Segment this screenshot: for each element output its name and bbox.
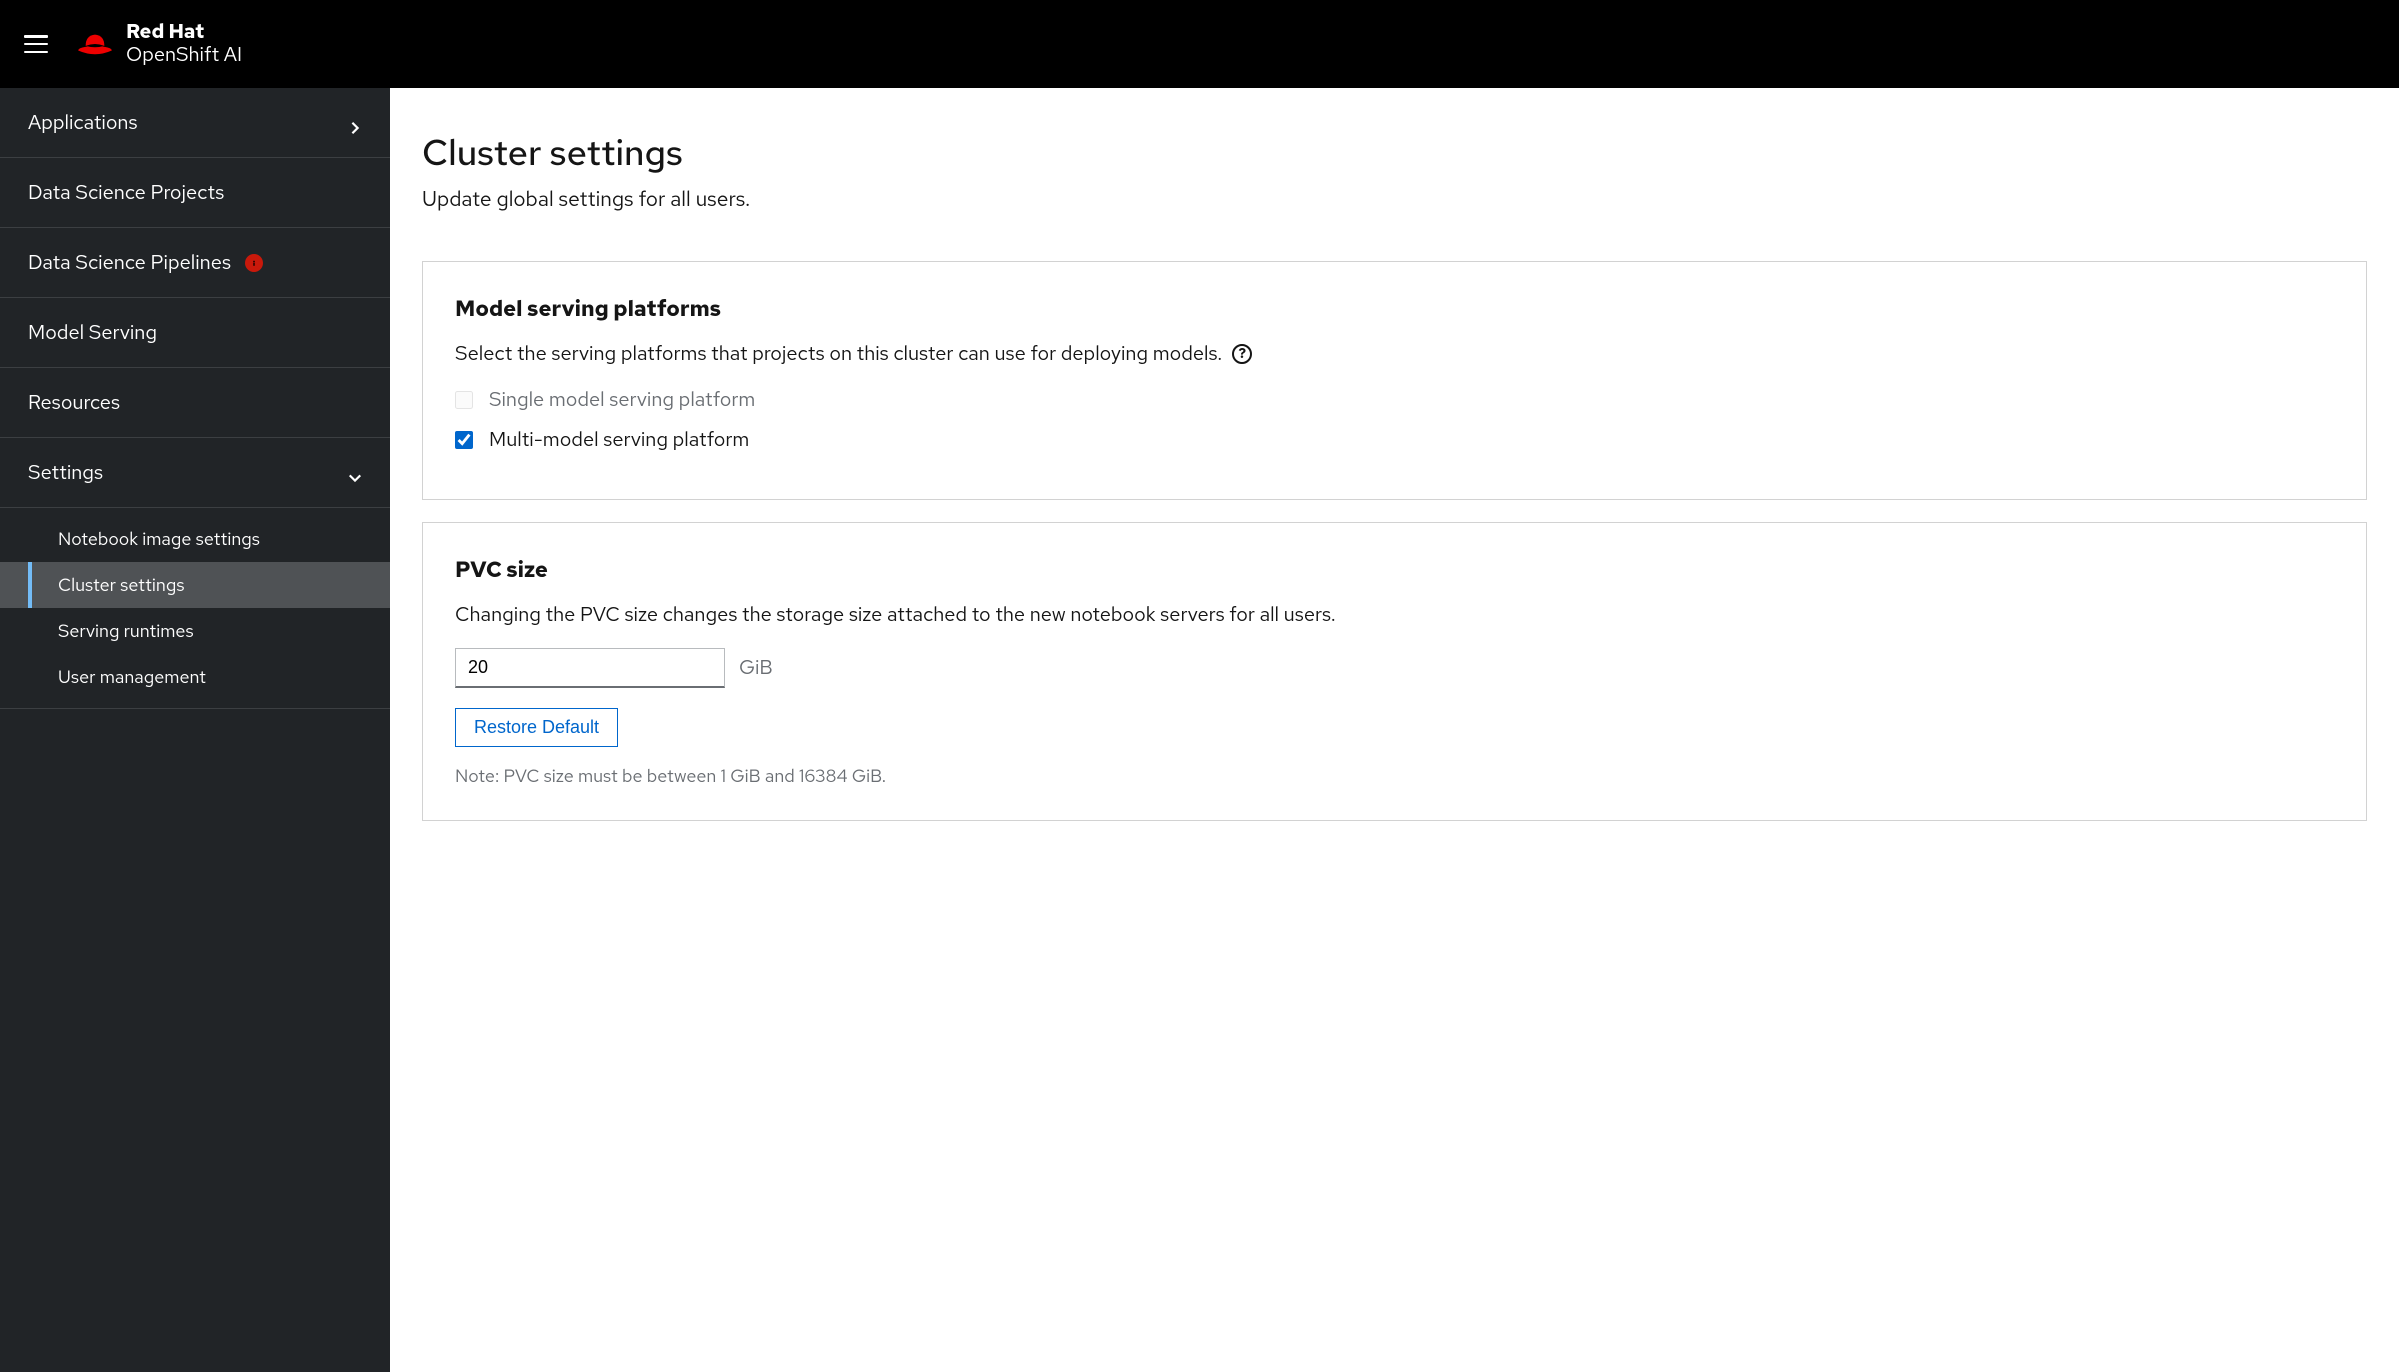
sidebar-settings-submenu: Notebook image settings Cluster settings… (0, 508, 390, 709)
redhat-fedora-icon (76, 30, 114, 58)
multi-model-checkbox-row[interactable]: Multi-model serving platform (455, 427, 2334, 453)
page-subtitle: Update global settings for all users. (422, 186, 2367, 213)
sidebar-sub-cluster-settings[interactable]: Cluster settings (0, 562, 390, 608)
sidebar-item-data-science-projects[interactable]: Data Science Projects (0, 158, 390, 228)
sidebar-label: Settings (28, 460, 103, 486)
brand-logo[interactable]: Red Hat OpenShift AI (76, 21, 242, 67)
model-serving-card: Model serving platforms Select the servi… (422, 261, 2367, 500)
main-content: Cluster settings Update global settings … (390, 88, 2399, 1372)
model-serving-heading: Model serving platforms (455, 294, 2334, 323)
page-title: Cluster settings (422, 128, 2367, 176)
sidebar-item-applications[interactable]: Applications (0, 88, 390, 158)
pvc-description: Changing the PVC size changes the storag… (455, 602, 2334, 628)
sidebar-sub-user-management[interactable]: User management (0, 654, 390, 700)
product-name: OpenShift AI (126, 44, 242, 67)
menu-toggle-icon[interactable] (24, 35, 48, 53)
help-icon[interactable]: ? (1232, 344, 1252, 364)
brand-name: Red Hat (126, 21, 242, 44)
sidebar-item-model-serving[interactable]: Model Serving (0, 298, 390, 368)
sidebar-sub-label: Notebook image settings (58, 528, 260, 551)
alert-icon (245, 254, 263, 272)
sidebar-item-resources[interactable]: Resources (0, 368, 390, 438)
sidebar-label: Resources (28, 390, 120, 416)
pvc-unit: GiB (739, 655, 773, 681)
restore-default-button[interactable]: Restore Default (455, 708, 618, 747)
pvc-note: Note: PVC size must be between 1 GiB and… (455, 765, 2334, 788)
sidebar-label: Applications (28, 110, 138, 136)
sidebar-label: Model Serving (28, 320, 157, 346)
multi-model-checkbox[interactable] (455, 431, 473, 449)
top-bar: Red Hat OpenShift AI (0, 0, 2399, 88)
model-serving-description: Select the serving platforms that projec… (455, 341, 2334, 367)
sidebar-sub-notebook-image-settings[interactable]: Notebook image settings (0, 516, 390, 562)
sidebar-sub-label: Serving runtimes (58, 620, 194, 643)
pvc-size-card: PVC size Changing the PVC size changes t… (422, 522, 2367, 821)
sidebar-nav: Applications Data Science Projects Data … (0, 88, 390, 1372)
pvc-heading: PVC size (455, 555, 2334, 584)
single-model-label: Single model serving platform (489, 387, 755, 413)
sidebar-label: Data Science Projects (28, 180, 224, 206)
sidebar-item-data-science-pipelines[interactable]: Data Science Pipelines (0, 228, 390, 298)
sidebar-sub-label: Cluster settings (58, 574, 184, 597)
chevron-right-icon (348, 116, 362, 130)
sidebar-item-settings[interactable]: Settings (0, 438, 390, 508)
chevron-down-icon (348, 466, 362, 480)
pvc-size-input[interactable] (455, 648, 725, 688)
single-model-checkbox-row[interactable]: Single model serving platform (455, 387, 2334, 413)
sidebar-label: Data Science Pipelines (28, 250, 231, 276)
sidebar-sub-serving-runtimes[interactable]: Serving runtimes (0, 608, 390, 654)
single-model-checkbox[interactable] (455, 391, 473, 409)
multi-model-label: Multi-model serving platform (489, 427, 749, 453)
sidebar-sub-label: User management (58, 666, 206, 689)
